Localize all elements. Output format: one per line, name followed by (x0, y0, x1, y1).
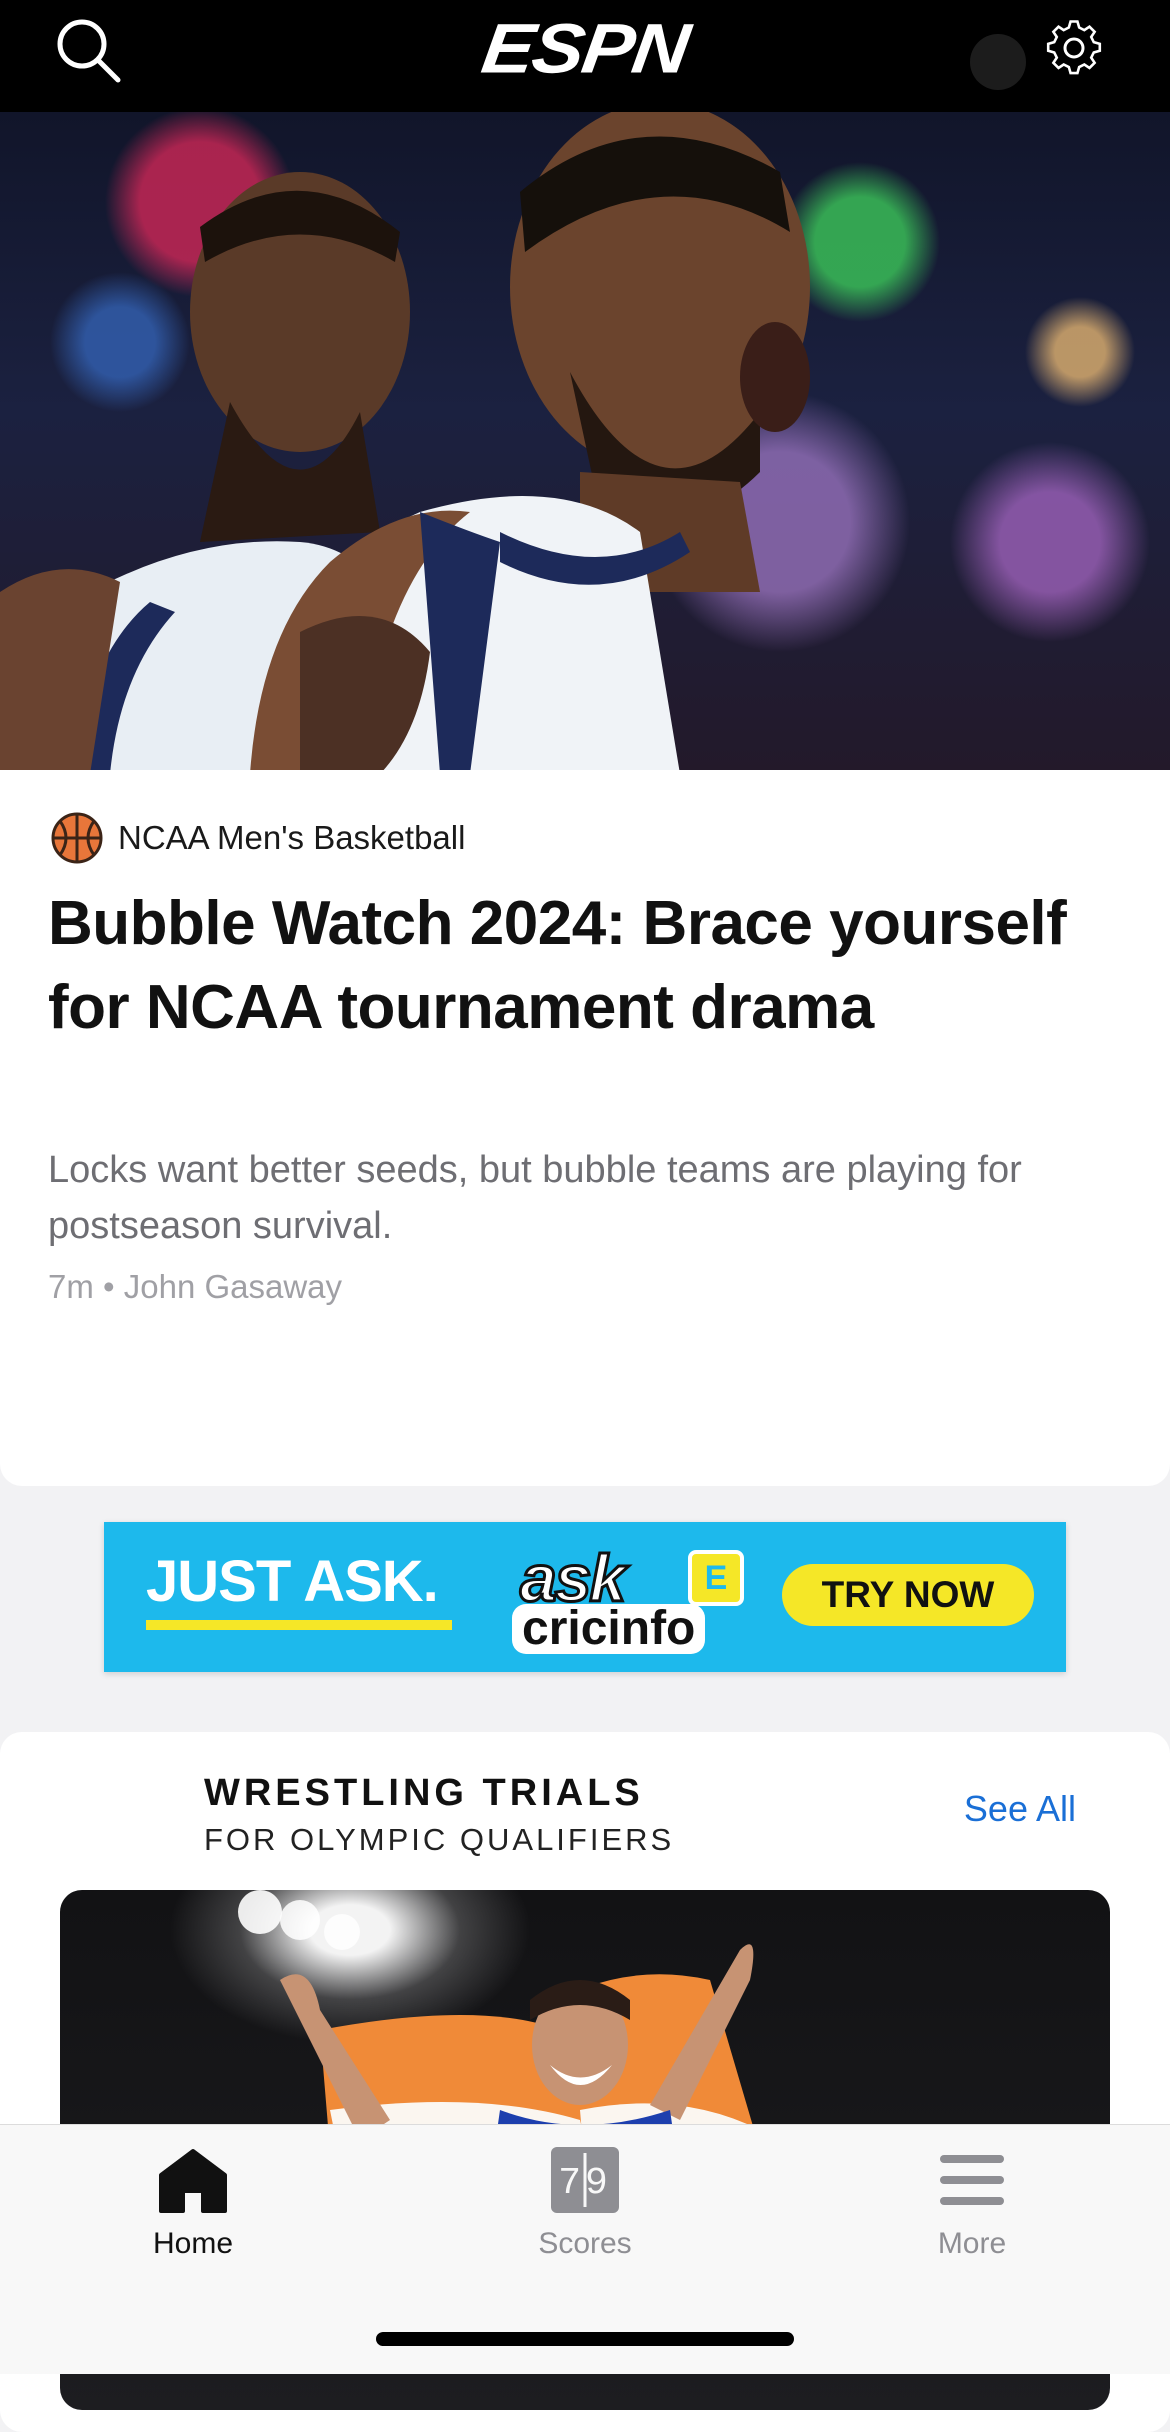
story-meta: 7m • John Gasaway (48, 1268, 343, 1305)
ad-brand-badge: E (688, 1550, 744, 1606)
ad-brand-logo: ask E cricinfo (512, 1540, 748, 1656)
logo-text: ESPN (477, 8, 693, 88)
section-subtitle: FOR OLYMPIC QUALIFIERS (204, 1822, 675, 1857)
tab-more-label: More (937, 2227, 1007, 2260)
tab-home-label: Home (152, 2227, 234, 2260)
story-card[interactable]: NCAA Men's Basketball Bubble Watch 2024:… (0, 770, 1170, 1486)
see-all-link[interactable]: See All (964, 1788, 1076, 1830)
story-category[interactable]: NCAA Men's Basketball (50, 810, 465, 866)
tab-scores[interactable]: 79 Scores (455, 2147, 715, 2267)
home-icon (159, 2149, 227, 2213)
story-summary: Locks want better seeds, but bubble team… (48, 1149, 1022, 1247)
avatar[interactable] (970, 34, 1026, 90)
scores-icon: 79 (551, 2147, 619, 2213)
ad-underline (146, 1620, 452, 1630)
ad-brand-bottom: cricinfo (512, 1604, 706, 1654)
tab-scores-label: Scores (538, 2227, 632, 2260)
espn-logo[interactable]: ESPN (435, 8, 735, 88)
search-icon[interactable] (52, 14, 124, 86)
hero-image[interactable] (0, 112, 1170, 774)
home-indicator (376, 2332, 794, 2346)
section-title: WRESTLING TRIALS (204, 1772, 644, 1814)
basketball-icon (51, 812, 103, 864)
top-bar: ESPN (0, 0, 1170, 112)
tab-home[interactable]: Home (63, 2147, 323, 2267)
category-label: NCAA Men's Basketball (118, 819, 466, 856)
ad-cta-button[interactable]: TRY NOW (782, 1564, 1034, 1626)
story-headline[interactable]: Bubble Watch 2024: Brace yourself for NC… (48, 882, 1108, 1050)
scores-icon-text: 79 (558, 2162, 612, 2205)
gear-icon[interactable] (1040, 14, 1108, 82)
menu-icon (940, 2155, 1004, 2205)
ad-tagline: JUST ASK. (146, 1549, 439, 1614)
ad-tagline-group: JUST ASK. (146, 1550, 452, 1630)
ad-banner[interactable]: JUST ASK. ask E cricinfo TRY NOW (104, 1522, 1066, 1672)
tab-more[interactable]: More (842, 2147, 1102, 2267)
